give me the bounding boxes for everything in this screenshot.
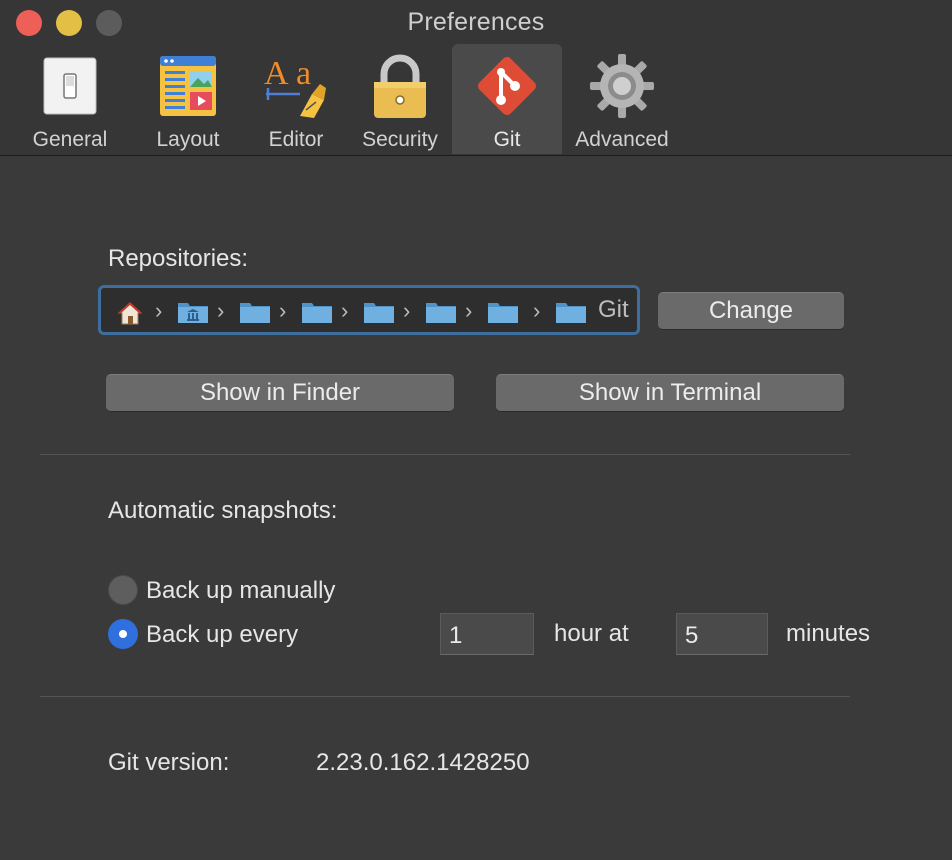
git-version-value: 2.23.0.162.1428250 [316,749,530,776]
back-up-manually-label[interactable]: Back up manually [146,577,335,605]
tab-advanced[interactable]: Advanced [566,44,678,154]
tab-security[interactable]: Security [354,44,446,154]
svg-text:a: a [296,55,311,92]
folder-icon [556,303,586,323]
path-chevron-icon: › [279,298,287,323]
library-folder-icon [178,303,208,323]
svg-text:A: A [264,55,289,92]
minutes-unit-label: minutes [786,620,871,647]
hours-unit-label: hour at [554,620,629,647]
tab-editor[interactable]: A a Editor [254,44,338,154]
preferences-toolbar: General Layout A a Editor Security Git A… [0,44,952,154]
switch-icon [43,57,97,115]
folder-icon [488,303,518,323]
home-folder-icon [117,302,143,325]
divider [40,454,850,455]
gear-icon [590,54,654,118]
back-up-every-label[interactable]: Back up every [146,621,298,649]
tab-general[interactable]: General [22,44,118,154]
git-version-label: Git version: [108,749,230,776]
hours-field[interactable]: 1 [440,613,534,655]
folder-icon [426,303,456,323]
show-in-finder-button[interactable]: Show in Finder [106,374,454,412]
layout-icon [160,56,216,116]
preferences-window: Preferences General Layout A a Editor Se… [0,0,952,860]
path-last-label: Git [598,296,629,323]
folder-icon [240,303,270,323]
divider [40,696,850,697]
path-chevron-icon: › [403,298,411,323]
path-chevron-icon: › [155,298,163,323]
show-in-terminal-button[interactable]: Show in Terminal [496,374,844,412]
folder-icon [364,303,394,323]
git-icon [477,56,537,116]
path-chevron-icon: › [217,298,225,323]
tab-layout[interactable]: Layout [142,44,234,154]
folder-icon [302,303,332,323]
back-up-manually-radio[interactable] [108,575,138,605]
padlock-icon [374,54,426,118]
window-title: Preferences [407,8,545,36]
path-chevron-icon: › [341,298,349,323]
font-pen-icon: A a [264,55,326,118]
repositories-label: Repositories: [108,245,249,272]
titlebar: Preferences General Layout A a Editor Se… [0,0,952,156]
back-up-every-radio[interactable] [108,619,138,649]
path-chevron-icon: › [533,298,541,323]
path-chevron-icon: › [465,298,473,323]
repository-path-control[interactable]: › › › › › › › Git [98,285,640,335]
tab-git[interactable]: Git [452,44,562,154]
change-button[interactable]: Change [658,292,844,330]
minutes-field[interactable]: 5 [676,613,768,655]
automatic-snapshots-label: Automatic snapshots: [108,497,338,524]
